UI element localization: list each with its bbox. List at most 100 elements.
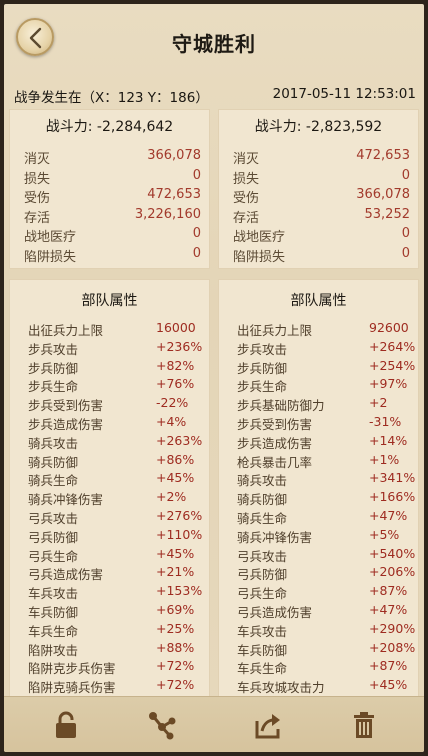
stat-label: 陷阱损失 [233, 250, 286, 265]
stat-row: 消灭 366,078 [24, 148, 201, 167]
stat-label: 消灭 [233, 152, 260, 167]
attr-row: 步兵受到伤害 -22% [28, 395, 197, 414]
attr-row: 车兵防御 +69% [28, 602, 197, 621]
stat-label: 战地医疗 [24, 230, 77, 246]
stat-value: 472,653 [147, 187, 201, 203]
attr-row: 枪兵暴击几率 +1% [237, 452, 406, 471]
stat-label: 存活 [24, 210, 51, 226]
attr-row: 步兵防御 +82% [28, 358, 197, 377]
attr-value: +82% [156, 357, 195, 373]
attr-value: +341% [369, 470, 416, 486]
right-attr-panel[interactable]: 部队属性 出征兵力上限 92600 步兵攻击 +264% 步兵防御 +254% 步兵生命 +9… [219, 280, 418, 700]
stat-value: 472,653 [356, 148, 410, 163]
attr-value: +2% [156, 489, 187, 505]
stat-value: 0 [401, 246, 410, 261]
attr-row: 步兵造成伤害 +4% [28, 414, 197, 433]
attr-row: 车兵攻击 +290% [237, 621, 415, 640]
attr-value: +21% [156, 564, 195, 580]
attr-label: 骑兵防御 [28, 454, 79, 470]
stat-row: 战地医疗 0 [233, 226, 410, 245]
attr-label: 骑兵冲锋伤害 [28, 492, 104, 508]
attr-value: -31% [369, 414, 402, 429]
attr-row: 步兵攻击 +236% [28, 339, 202, 358]
lock-button[interactable] [50, 709, 82, 741]
attr-label: 车兵攻击 [28, 586, 79, 602]
attr-value: +264% [369, 338, 416, 354]
attr-row: 陷阱攻击 +88% [28, 640, 197, 659]
stat-label: 损失 [24, 171, 51, 187]
attr-row: 弓兵造成伤害 +47% [237, 602, 408, 621]
stat-label: 消灭 [24, 152, 51, 167]
attr-value: 16000 [156, 320, 196, 335]
attr-value: +45% [156, 545, 195, 561]
attr-label: 弓兵造成伤害 [28, 567, 104, 583]
attr-label: 车兵生命 [28, 623, 79, 639]
attr-label: 骑兵生命 [237, 511, 288, 526]
report-page: 守城胜利 战争发生在（X：123 Y：186） 2017-05-11 12:53… [4, 4, 424, 752]
attr-label: 弓兵生命 [237, 586, 288, 602]
attr-row: 步兵攻击 +264% [237, 339, 415, 358]
attr-value: +2 [369, 395, 388, 411]
attr-value: +4% [156, 414, 187, 429]
delete-button[interactable] [348, 709, 380, 741]
export-button[interactable] [252, 709, 284, 741]
attr-label: 骑兵防御 [237, 492, 288, 508]
attr-value: +1% [369, 451, 400, 467]
attr-label: 步兵受到伤害 [28, 398, 104, 414]
attr-row: 骑兵防御 +166% [237, 489, 415, 508]
header: 守城胜利 [4, 4, 424, 76]
page-title: 守城胜利 [172, 32, 256, 56]
stat-row: 陷阱损失 0 [24, 246, 201, 265]
attr-label: 出征兵力上限 [237, 323, 313, 338]
attr-row: 陷阱克步兵伤害 +72% [28, 658, 197, 677]
attr-label: 弓兵防御 [28, 529, 79, 545]
attr-row: 车兵攻城攻击力 +45% [237, 677, 408, 696]
attr-row: 车兵攻击 +153% [28, 583, 202, 602]
stat-row: 陷阱损失 0 [233, 246, 410, 265]
attr-label: 步兵攻击 [237, 341, 288, 357]
attr-row: 弓兵防御 +110% [28, 527, 202, 546]
attr-value: +45% [369, 677, 408, 693]
right-stats-panel: 战斗力: -2,823,592 消灭 472,653 损失 0 受伤 366,078 存活 5… [219, 110, 418, 268]
stat-value: 0 [401, 226, 410, 242]
attr-label: 弓兵防御 [237, 567, 288, 583]
share-icon [149, 712, 176, 740]
stat-row: 损失 0 [233, 168, 410, 187]
stat-label: 损失 [233, 171, 260, 187]
attr-value: +47% [369, 508, 408, 523]
attr-label: 车兵攻城攻击力 [237, 680, 325, 696]
attr-label: 步兵防御 [28, 360, 79, 376]
lock-icon [56, 711, 76, 738]
attr-row: 弓兵攻击 +276% [28, 508, 202, 527]
attr-label: 弓兵造成伤害 [237, 605, 313, 620]
attr-label: 车兵生命 [237, 661, 288, 677]
attr-row: 车兵生命 +87% [237, 658, 407, 677]
stat-value: 366,078 [147, 148, 201, 163]
stat-label: 陷阱损失 [24, 250, 77, 265]
attr-label: 车兵防御 [28, 605, 79, 620]
attr-label: 弓兵攻击 [237, 548, 288, 564]
attr-row: 骑兵攻击 +263% [28, 433, 202, 452]
attr-row: 骑兵生命 +45% [28, 470, 197, 489]
attr-value: +72% [156, 677, 195, 693]
attr-row: 出征兵力上限 92600 [237, 320, 409, 339]
attr-value: +236% [156, 338, 203, 354]
left-attr-panel[interactable]: 部队属性 出征兵力上限 16000 步兵攻击 +236% 步兵防御 +82% 步兵生命 +76… [10, 280, 209, 700]
attr-value: 92600 [369, 320, 409, 335]
share-button[interactable] [146, 709, 178, 741]
attr-label: 步兵造成伤害 [237, 435, 313, 451]
battle-info: 战争发生在（X：123 Y：186） 2017-05-11 12:53:01 [14, 86, 416, 106]
attr-row: 骑兵防御 +86% [28, 452, 197, 471]
attr-value: +263% [156, 432, 203, 448]
attr-value: +87% [369, 583, 408, 599]
attr-value: +47% [369, 602, 408, 617]
attr-row: 弓兵防御 +206% [237, 564, 415, 583]
attr-value: +5% [369, 526, 400, 542]
stat-value: 3,226,160 [134, 206, 201, 222]
window-frame: 守城胜利 战争发生在（X：123 Y：186） 2017-05-11 12:53… [0, 0, 428, 756]
stat-label: 战地医疗 [233, 230, 286, 246]
battle-timestamp: 2017-05-11 12:53:01 [272, 86, 416, 102]
attr-label: 步兵受到伤害 [237, 417, 313, 432]
attr-label: 骑兵冲锋伤害 [237, 529, 313, 545]
attr-row: 车兵生命 +25% [28, 621, 197, 640]
